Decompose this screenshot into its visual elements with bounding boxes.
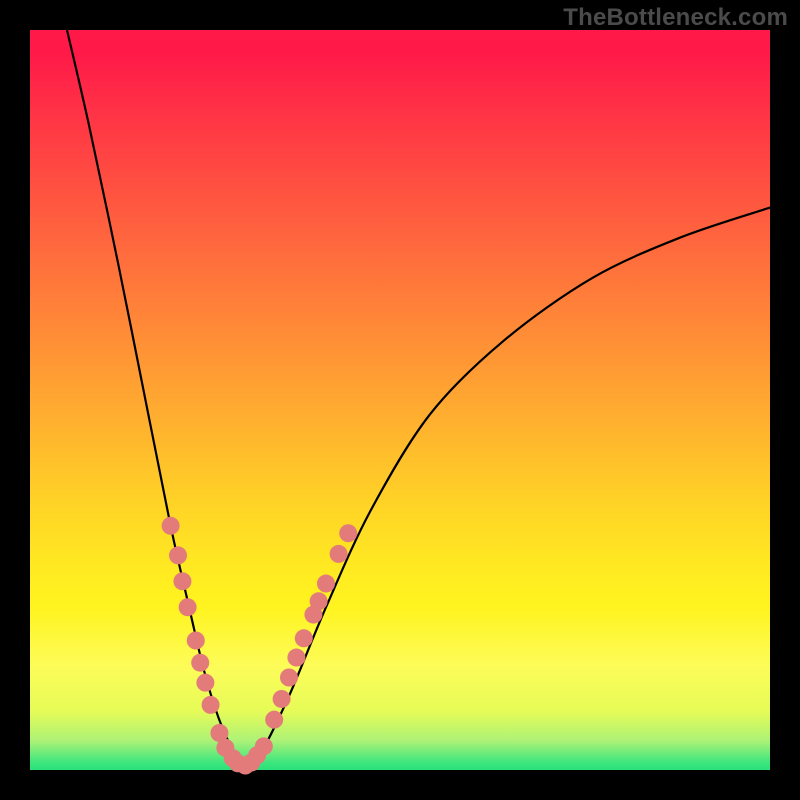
- plot-area: [30, 30, 770, 770]
- marker-dot: [280, 669, 298, 687]
- marker-dot: [265, 711, 283, 729]
- watermark-text: TheBottleneck.com: [563, 4, 788, 32]
- marker-dot: [310, 592, 328, 610]
- marker-dot: [339, 524, 357, 542]
- highlight-markers: [162, 517, 358, 775]
- marker-dot: [287, 649, 305, 667]
- marker-dot: [317, 575, 335, 593]
- marker-dot: [169, 546, 187, 564]
- marker-dot: [202, 696, 220, 714]
- marker-dot: [187, 632, 205, 650]
- chart-frame: TheBottleneck.com: [0, 0, 800, 800]
- bottleneck-curve: [67, 30, 770, 766]
- marker-dot: [273, 690, 291, 708]
- marker-dot: [295, 629, 313, 647]
- marker-dot: [173, 572, 191, 590]
- marker-dot: [179, 598, 197, 616]
- marker-dot: [330, 545, 348, 563]
- chart-svg: [30, 30, 770, 770]
- marker-dot: [191, 654, 209, 672]
- marker-dot: [255, 737, 273, 755]
- marker-dot: [162, 517, 180, 535]
- marker-dot: [196, 674, 214, 692]
